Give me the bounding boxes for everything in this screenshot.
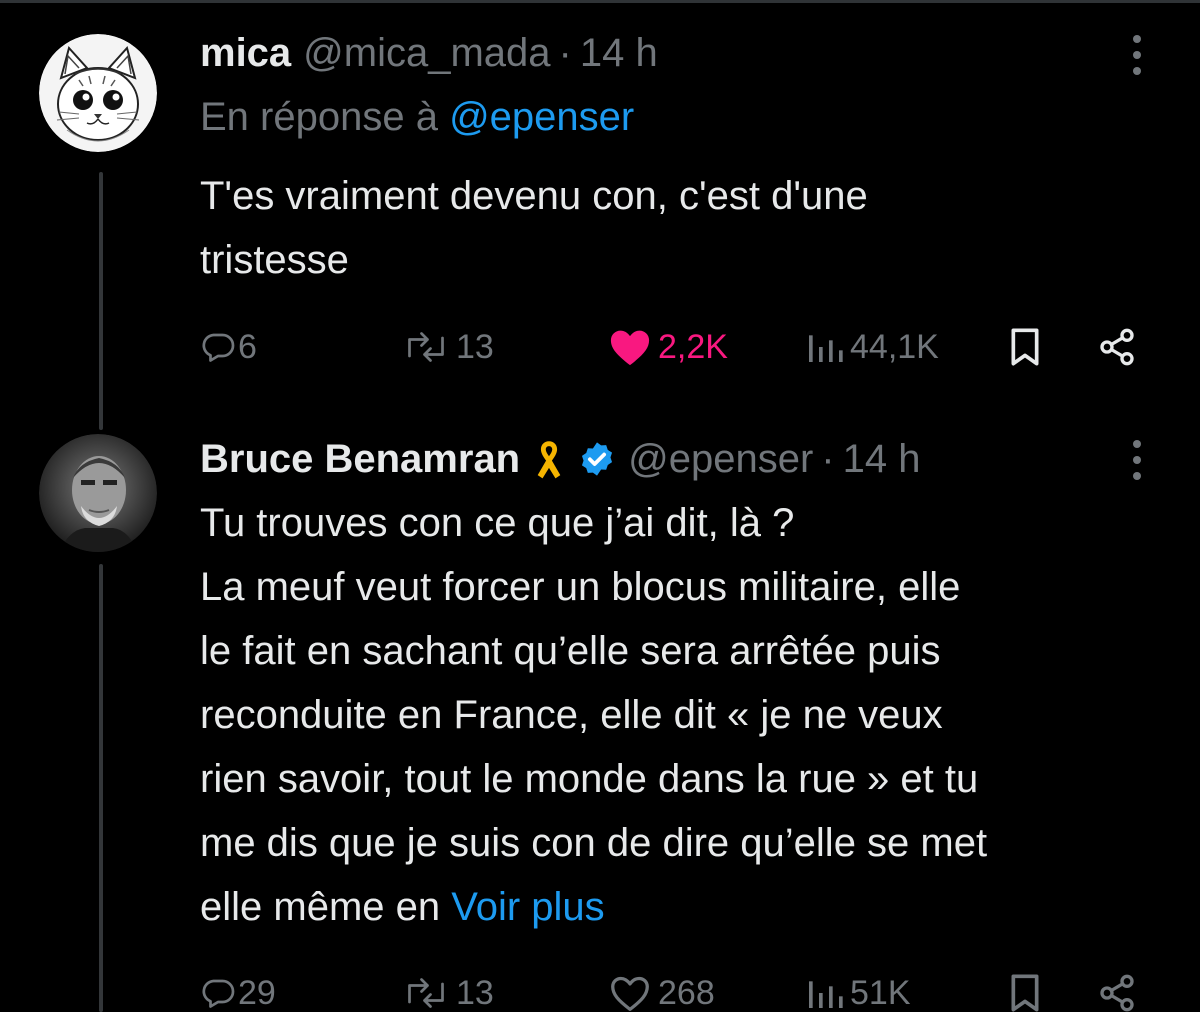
views-icon bbox=[809, 335, 843, 362]
reply-button[interactable]: 6 bbox=[200, 322, 257, 372]
bookmark-icon bbox=[1011, 974, 1039, 1012]
share-button[interactable] bbox=[1096, 968, 1138, 1012]
verified-badge-icon[interactable] bbox=[578, 440, 616, 478]
tweet-text: Tu trouves con ce que j’ai dit, là ? La … bbox=[200, 491, 1160, 939]
tweet-text-line: La meuf veut forcer un blocus militaire,… bbox=[200, 565, 961, 609]
reply-count: 6 bbox=[238, 327, 257, 366]
tweet-actions: 6 13 2,2K 44,1K bbox=[200, 322, 1160, 372]
yellow-ribbon-icon bbox=[532, 438, 566, 480]
more-options-button[interactable] bbox=[1122, 430, 1152, 490]
heart-filled-icon bbox=[610, 330, 650, 366]
divider bbox=[0, 0, 1200, 3]
see-more-link[interactable]: Voir plus bbox=[451, 885, 604, 929]
retweet-button[interactable]: 13 bbox=[398, 322, 494, 372]
retweet-icon bbox=[408, 978, 444, 1008]
separator: · bbox=[821, 436, 835, 481]
separator: · bbox=[558, 30, 572, 75]
tweet-text-line: elle même en bbox=[200, 885, 441, 929]
tweet-text: T'es vraiment devenu con, c'est d'une tr… bbox=[200, 164, 1160, 292]
tweet-text-line: Tu trouves con ce que j’ai dit, là ? bbox=[200, 501, 795, 545]
views-count: 51K bbox=[850, 973, 911, 1012]
views-button[interactable]: 51K bbox=[804, 968, 911, 1012]
tweet-text-line: rien savoir, tout le monde dans la rue »… bbox=[200, 757, 979, 801]
reply-count: 29 bbox=[238, 973, 276, 1012]
timestamp[interactable]: 14 h bbox=[843, 437, 921, 482]
avatar[interactable] bbox=[39, 34, 157, 152]
more-dot-icon bbox=[1133, 440, 1141, 448]
thread-line bbox=[99, 172, 103, 430]
more-dot-icon bbox=[1133, 472, 1141, 480]
tweet-text-line: le fait en sachant qu’elle sera arrêtée … bbox=[200, 629, 941, 673]
bookmark-button[interactable] bbox=[1008, 968, 1042, 1012]
views-count: 44,1K bbox=[850, 327, 939, 366]
reply-button[interactable]: 29 bbox=[200, 968, 276, 1012]
thread-line bbox=[99, 564, 103, 1012]
reply-icon bbox=[202, 333, 235, 362]
share-button[interactable] bbox=[1096, 322, 1138, 372]
like-count: 2,2K bbox=[658, 327, 728, 366]
more-options-button[interactable] bbox=[1122, 25, 1152, 85]
retweet-button[interactable]: 13 bbox=[398, 968, 494, 1012]
author-name[interactable]: Bruce Benamran bbox=[200, 437, 520, 482]
reply-context: En réponse à @epenser bbox=[200, 95, 634, 140]
share-icon bbox=[1100, 974, 1134, 1012]
tweet-text-line: tristesse bbox=[200, 238, 349, 282]
more-dot-icon bbox=[1133, 35, 1141, 43]
tweet-text-line-last: elle même en Voir plus bbox=[200, 875, 1160, 939]
more-dot-icon bbox=[1133, 67, 1141, 75]
more-dot-icon bbox=[1133, 456, 1141, 464]
screen: mica @mica_mada · 14 h En réponse à @epe… bbox=[0, 0, 1200, 1012]
bookmark-icon bbox=[1011, 328, 1039, 366]
retweet-count: 13 bbox=[456, 327, 494, 366]
like-button[interactable]: 2,2K bbox=[608, 322, 728, 372]
tweet-header: Bruce Benamran @epenser · 14 h bbox=[200, 434, 920, 484]
reply-handle-link[interactable]: @epenser bbox=[449, 95, 634, 139]
tweet-text-line: T'es vraiment devenu con, c'est d'une bbox=[200, 174, 868, 218]
tweet-actions: 29 13 268 51K bbox=[200, 968, 1160, 1012]
author-handle[interactable]: @epenser bbox=[628, 437, 813, 482]
bookmark-button[interactable] bbox=[1008, 322, 1042, 372]
retweet-icon bbox=[408, 332, 444, 362]
retweet-count: 13 bbox=[456, 973, 494, 1012]
author-name[interactable]: mica bbox=[200, 31, 291, 76]
cat-drawing-avatar bbox=[39, 34, 157, 152]
more-dot-icon bbox=[1133, 51, 1141, 59]
tweet-text-line: reconduite en France, elle dit « je ne v… bbox=[200, 693, 943, 737]
avatar[interactable] bbox=[39, 434, 157, 552]
views-icon bbox=[809, 981, 843, 1008]
like-count: 268 bbox=[658, 973, 715, 1012]
tweet-text-line: me dis que je suis con de dire qu’elle s… bbox=[200, 821, 988, 865]
timestamp[interactable]: 14 h bbox=[580, 31, 658, 76]
bw-portrait-avatar bbox=[39, 434, 157, 552]
heart-outline-icon bbox=[611, 976, 649, 1011]
reply-icon bbox=[202, 979, 235, 1008]
reply-prefix: En réponse à bbox=[200, 95, 438, 139]
author-handle[interactable]: @mica_mada bbox=[303, 31, 550, 76]
tweet-header: mica @mica_mada · 14 h bbox=[200, 28, 658, 78]
share-icon bbox=[1100, 328, 1134, 366]
like-button[interactable]: 268 bbox=[608, 968, 715, 1012]
views-button[interactable]: 44,1K bbox=[804, 322, 939, 372]
